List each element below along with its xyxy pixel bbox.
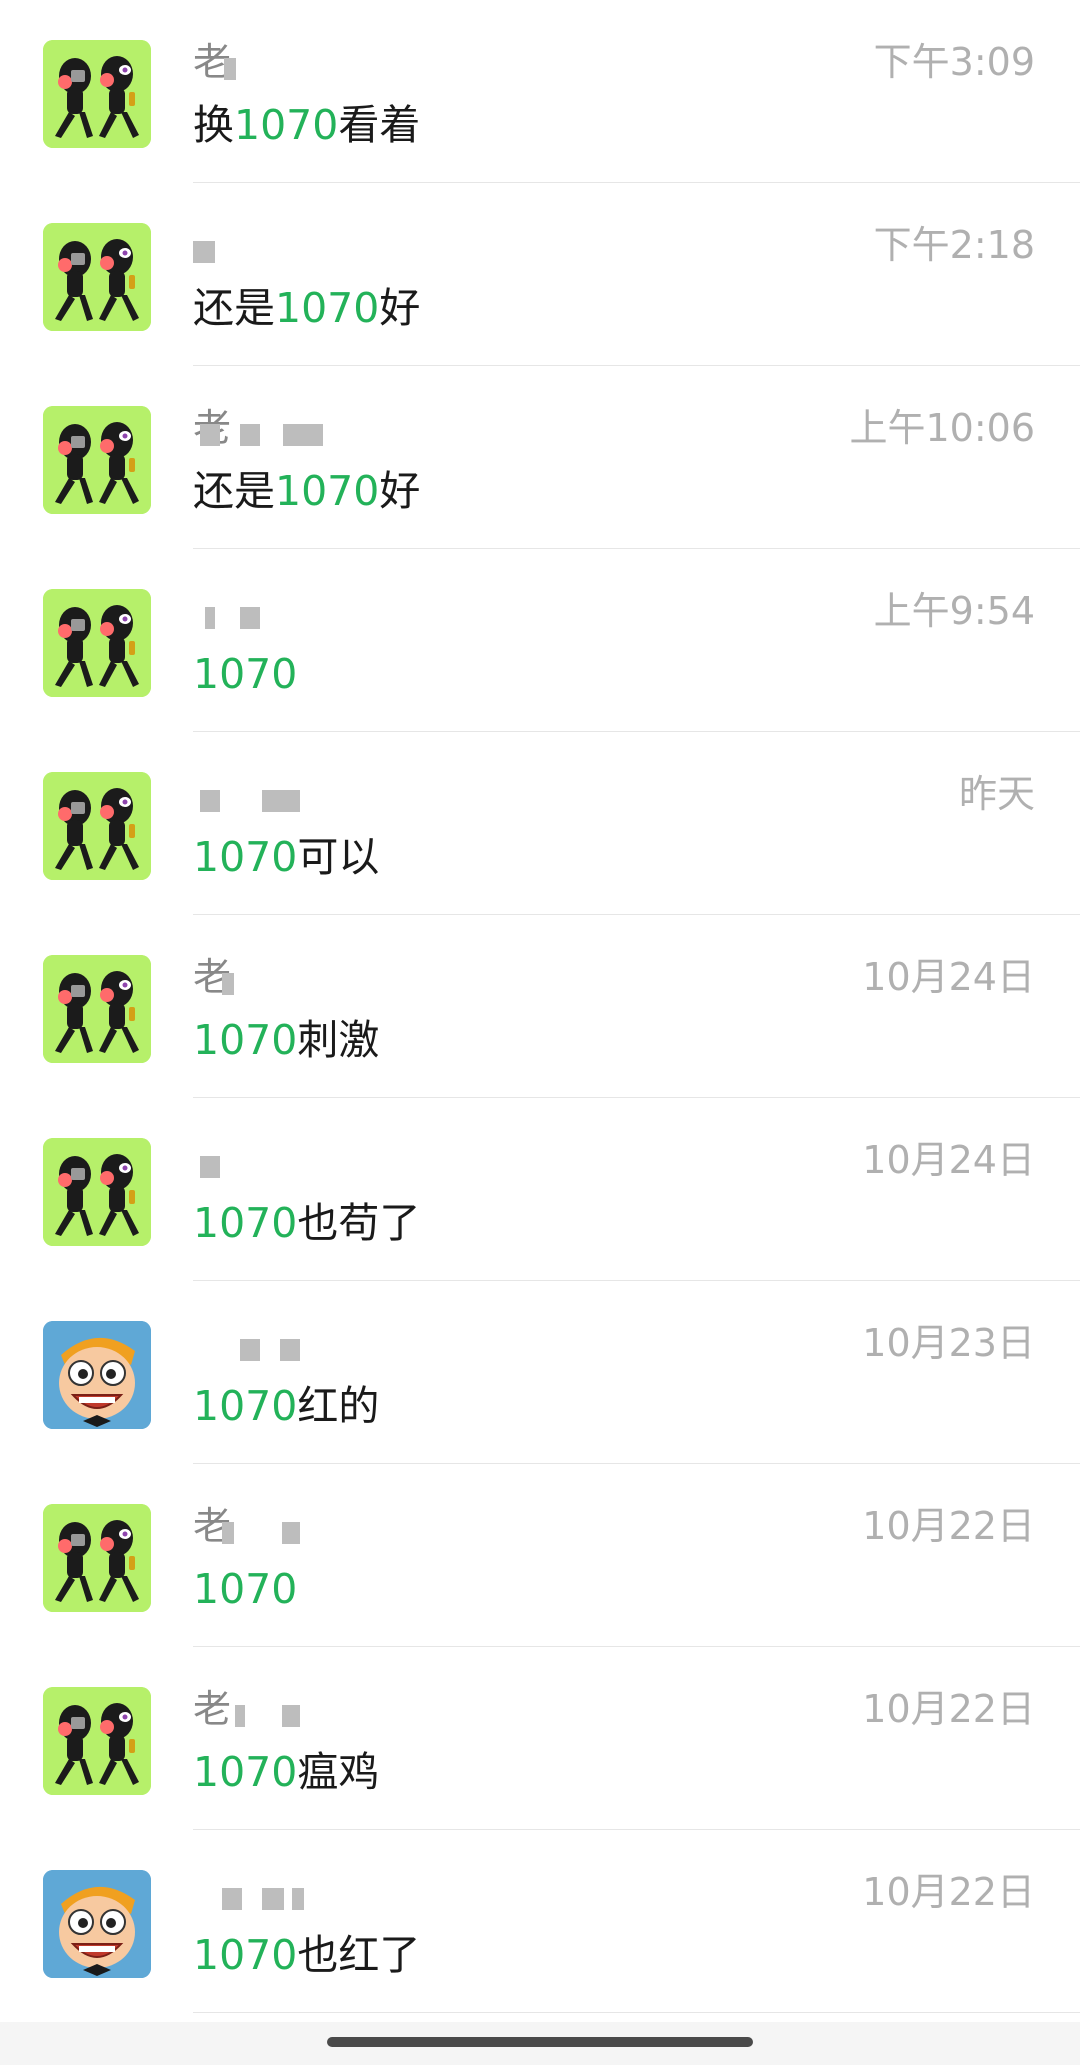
message-time: 10月22日 (862, 1870, 1035, 1914)
cartoon-duo-avatar-icon[interactable] (43, 589, 151, 697)
cartoon-face-avatar-icon[interactable] (43, 1870, 151, 1978)
redaction-mask (282, 1705, 300, 1727)
message-time: 10月24日 (862, 955, 1035, 999)
redaction-mask (240, 1339, 260, 1361)
redaction-mask (262, 790, 284, 812)
chat-row[interactable]: 老 10月24日 1070刺激 (0, 915, 1080, 1098)
message-suffix: 也苟了 (297, 1199, 421, 1247)
home-indicator[interactable] (327, 2037, 753, 2047)
row-divider (193, 2012, 1080, 2013)
message-preview: 1070红的 (193, 1379, 379, 1433)
message-suffix: 好 (379, 284, 421, 332)
search-keyword-highlight: 1070 (193, 1565, 298, 1613)
message-preview: 1070可以 (193, 830, 379, 884)
cartoon-duo-avatar-icon[interactable] (43, 223, 151, 331)
search-keyword-highlight: 1070 (193, 833, 298, 881)
message-time: 10月22日 (862, 1687, 1035, 1731)
search-keyword-highlight: 1070 (193, 1931, 298, 1979)
message-preview: 换1070看着 (193, 98, 420, 152)
message-preview: 1070 (193, 647, 297, 701)
search-keyword-highlight: 1070 (275, 284, 380, 332)
message-preview: 还是1070好 (193, 281, 420, 335)
message-preview: 1070瘟鸡 (193, 1745, 379, 1799)
chat-row[interactable]: 老 10月22日 1070瘟鸡 (0, 1647, 1080, 1830)
search-keyword-highlight: 1070 (193, 1016, 298, 1064)
redaction-mask (282, 1522, 300, 1544)
cartoon-duo-avatar-icon[interactable] (43, 1687, 151, 1795)
message-prefix: 还是 (193, 467, 275, 515)
contact-name: 老 (193, 1687, 232, 1731)
chat-row[interactable]: 上午9:54 1070 (0, 549, 1080, 732)
redaction-mask (200, 790, 220, 812)
redaction-mask (240, 424, 260, 446)
chat-row[interactable]: 老 10月22日 1070 (0, 1464, 1080, 1647)
redaction-mask (282, 790, 300, 812)
redaction-mask (283, 424, 323, 446)
message-preview: 还是1070好 (193, 464, 420, 518)
message-suffix: 也红了 (297, 1931, 421, 1979)
redaction-mask (262, 1888, 284, 1910)
message-prefix: 换 (193, 101, 234, 149)
message-time: 10月23日 (862, 1321, 1035, 1365)
cartoon-duo-avatar-icon[interactable] (43, 955, 151, 1063)
cartoon-face-avatar-icon[interactable] (43, 1321, 151, 1429)
message-time: 下午3:09 (873, 40, 1035, 84)
message-time: 昨天 (958, 772, 1035, 816)
message-time: 上午10:06 (849, 406, 1035, 450)
chat-search-results: 老下午3:09换1070看着下午2:18还是1070好老上午10:06还是107… (0, 0, 1080, 2013)
search-keyword-highlight: 1070 (275, 467, 380, 515)
redaction-mask (280, 1339, 300, 1361)
message-preview: 1070 (193, 1562, 297, 1616)
message-suffix: 可以 (297, 833, 380, 881)
chat-row[interactable]: 下午2:18 还是1070好 (0, 183, 1080, 366)
message-preview: 1070也苟了 (193, 1196, 420, 1250)
redaction-mask (193, 241, 215, 263)
message-preview: 1070刺激 (193, 1013, 379, 1067)
redaction-mask (205, 607, 215, 629)
message-suffix: 刺激 (297, 1016, 380, 1064)
message-time: 上午9:54 (873, 589, 1035, 633)
search-keyword-highlight: 1070 (193, 650, 298, 698)
cartoon-duo-avatar-icon[interactable] (43, 40, 151, 148)
message-time: 10月24日 (862, 1138, 1035, 1182)
message-prefix: 还是 (193, 284, 275, 332)
chat-row[interactable]: 10月24日 1070也苟了 (0, 1098, 1080, 1281)
chat-row[interactable]: 10月23日 1070红的 (0, 1281, 1080, 1464)
redaction-mask (200, 1156, 220, 1178)
chat-row[interactable]: 10月22日 1070也红了 (0, 1830, 1080, 2013)
search-keyword-highlight: 1070 (193, 1382, 298, 1430)
redaction-mask (222, 1522, 234, 1544)
search-keyword-highlight: 1070 (193, 1199, 298, 1247)
redaction-mask (222, 1888, 242, 1910)
message-suffix: 看着 (338, 101, 421, 149)
cartoon-duo-avatar-icon[interactable] (43, 772, 151, 880)
search-keyword-highlight: 1070 (234, 101, 339, 149)
chat-row[interactable]: 老上午10:06还是1070好 (0, 366, 1080, 549)
chat-row[interactable]: 昨天 1070可以 (0, 732, 1080, 915)
redaction-mask (224, 58, 236, 80)
redaction-mask (235, 1705, 245, 1727)
redaction-mask (240, 607, 260, 629)
cartoon-duo-avatar-icon[interactable] (43, 406, 151, 514)
message-suffix: 好 (379, 467, 421, 515)
message-suffix: 红的 (297, 1382, 380, 1430)
message-preview: 1070也红了 (193, 1928, 420, 1982)
chat-row[interactable]: 老下午3:09 换1070看着 (0, 0, 1080, 183)
message-suffix: 瘟鸡 (297, 1748, 380, 1796)
message-time: 下午2:18 (873, 223, 1035, 267)
cartoon-duo-avatar-icon[interactable] (43, 1138, 151, 1246)
redaction-mask (292, 1888, 304, 1910)
cartoon-duo-avatar-icon[interactable] (43, 1504, 151, 1612)
message-time: 10月22日 (862, 1504, 1035, 1548)
search-keyword-highlight: 1070 (193, 1748, 298, 1796)
redaction-mask (200, 424, 220, 446)
redaction-mask (222, 973, 234, 995)
